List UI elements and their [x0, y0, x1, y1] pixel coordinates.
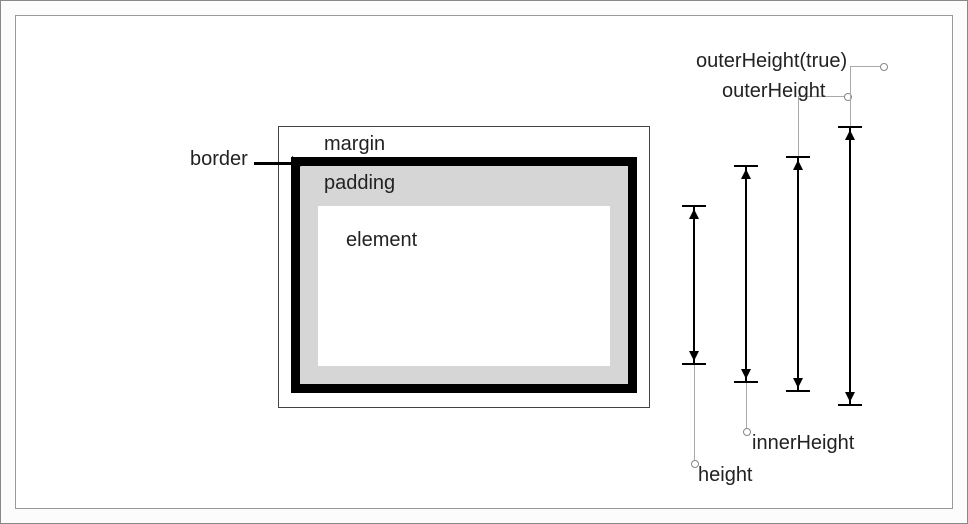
leader-line-icon: [798, 96, 799, 156]
leader-dot-icon: [743, 428, 751, 436]
margin-box: [278, 126, 650, 408]
leader-line-icon: [850, 66, 851, 126]
label-outerHeightTrue: outerHeight(true): [696, 50, 847, 73]
measure-outerHeight: [788, 156, 808, 392]
padding-box: [300, 166, 628, 384]
label-element: element: [346, 229, 417, 252]
leader-line-icon: [850, 66, 882, 67]
diagram-canvas: margin padding element border height inn…: [15, 15, 953, 509]
label-outerHeight: outerHeight: [722, 80, 825, 103]
leader-dot-icon: [880, 63, 888, 71]
leader-line-icon: [746, 383, 747, 431]
measure-outerHeightTrue: [840, 126, 860, 406]
label-innerHeight: innerHeight: [752, 432, 854, 455]
measure-innerHeight: [736, 165, 756, 383]
label-padding: padding: [324, 172, 395, 195]
label-border: border: [190, 148, 248, 171]
leader-line-icon: [694, 365, 695, 463]
arrow-right-icon: [292, 156, 304, 172]
label-height: height: [698, 464, 753, 487]
arrow-line-icon: [254, 162, 292, 165]
label-margin: margin: [324, 133, 385, 156]
measure-height: [684, 205, 704, 365]
